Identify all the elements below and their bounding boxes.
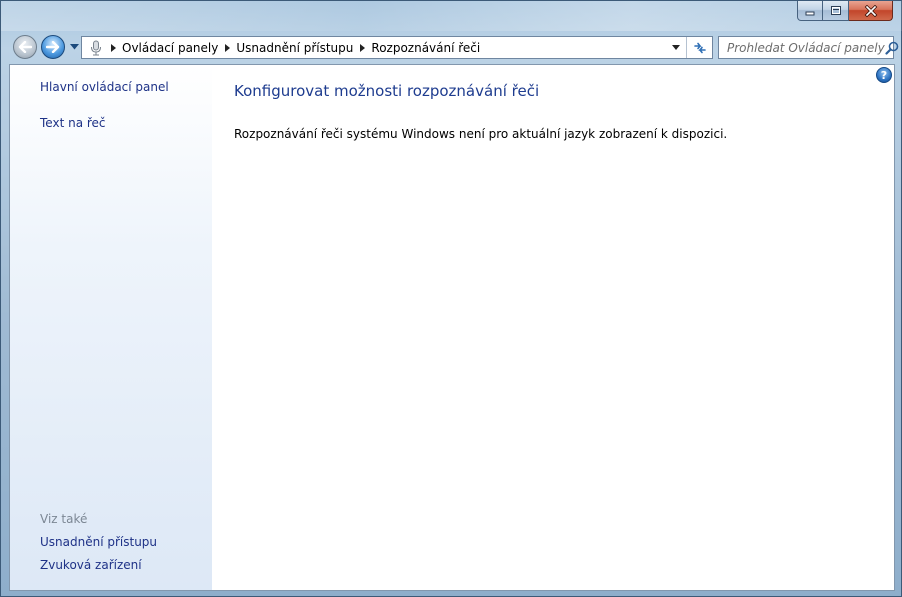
microphone-icon (86, 38, 106, 58)
search-input[interactable]: Prohledat Ovládací panely (719, 41, 885, 55)
breadcrumb-control-panel[interactable]: Ovládací panely (120, 41, 220, 55)
help-button[interactable]: ? (876, 67, 892, 83)
close-button[interactable] (849, 1, 893, 21)
caption-buttons (797, 1, 893, 21)
breadcrumb-ease-of-access[interactable]: Usnadnění přístupu (234, 41, 355, 55)
breadcrumb-separator-icon[interactable] (106, 38, 120, 58)
refresh-icon (693, 42, 706, 53)
status-message: Rozpoznávání řeči systému Windows není p… (234, 127, 728, 141)
chevron-down-icon (672, 45, 680, 50)
chevron-down-icon (69, 44, 79, 50)
search-icon (885, 41, 898, 55)
link-sound-devices[interactable]: Zvuková zařízení (40, 558, 142, 572)
content-area: Hlavní ovládací panel Text na řeč Viz ta… (9, 64, 895, 591)
navigation-bar: Ovládací panely Usnadnění přístupu Rozpo… (1, 33, 902, 60)
left-navigation-pane: Hlavní ovládací panel Text na řeč Viz ta… (10, 65, 212, 590)
breadcrumb-separator-icon[interactable] (220, 38, 234, 58)
address-dropdown-button[interactable] (668, 37, 684, 58)
minimize-button[interactable] (797, 1, 823, 21)
close-icon (864, 4, 877, 17)
search-button[interactable] (885, 38, 899, 58)
forward-arrow-icon (46, 41, 60, 53)
page-title: Konfigurovat možnosti rozpoznávání řeči (234, 82, 540, 100)
see-also-heading: Viz také (40, 512, 88, 526)
refresh-button[interactable] (686, 37, 712, 58)
minimize-icon (805, 11, 815, 15)
title-bar (1, 1, 902, 31)
link-ease-of-access[interactable]: Usnadnění přístupu (40, 535, 157, 549)
window-frame: Ovládací panely Usnadnění přístupu Rozpo… (0, 0, 902, 597)
maximize-button[interactable] (823, 1, 849, 21)
link-control-panel-home[interactable]: Hlavní ovládací panel (40, 80, 169, 94)
breadcrumb-speech-recognition[interactable]: Rozpoznávání řeči (369, 41, 482, 55)
search-box[interactable]: Prohledat Ovládací panely (718, 36, 898, 59)
address-bar[interactable]: Ovládací panely Usnadnění přístupu Rozpo… (81, 36, 713, 59)
back-arrow-icon (18, 41, 32, 53)
recent-pages-button[interactable] (68, 42, 80, 52)
breadcrumb-separator-icon[interactable] (355, 38, 369, 58)
link-text-to-speech[interactable]: Text na řeč (40, 116, 106, 130)
back-button[interactable] (13, 35, 37, 59)
maximize-icon (830, 6, 841, 15)
help-icon: ? (880, 68, 888, 82)
forward-button[interactable] (41, 35, 65, 59)
